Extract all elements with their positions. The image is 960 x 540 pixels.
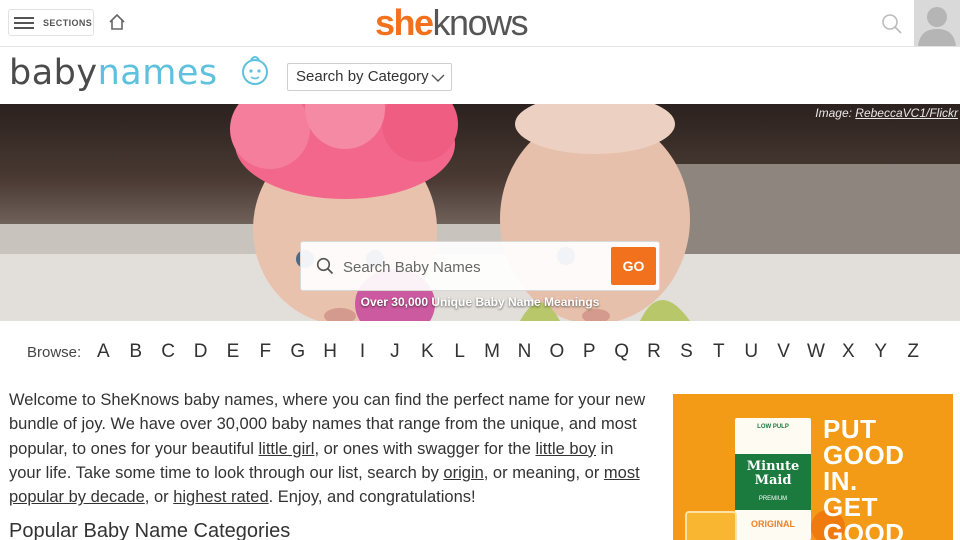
ad-original-label: ORIGINAL xyxy=(751,519,795,529)
brand-knows: knows xyxy=(432,2,529,43)
letter-s[interactable]: S xyxy=(670,341,702,363)
logo-names: names xyxy=(97,53,218,93)
ad-slogan: PUT GOOD IN. GET GOOD xyxy=(823,416,904,540)
letter-w[interactable]: W xyxy=(800,341,832,363)
juice-glass-image xyxy=(685,511,737,540)
letter-y[interactable]: Y xyxy=(865,341,897,363)
letter-i[interactable]: I xyxy=(346,341,378,363)
hamburger-icon xyxy=(14,16,34,29)
baby-names-logo[interactable]: babynames xyxy=(9,53,218,93)
intro-text-4: , or meaning, or xyxy=(483,463,604,482)
hero-banner: Image: RebeccaVC1/Flickr GO Over 30,000 … xyxy=(0,104,960,321)
ad-line-5: GOOD xyxy=(823,518,905,540)
search-icon[interactable] xyxy=(881,13,903,35)
letter-a[interactable]: A xyxy=(87,341,119,363)
letter-r[interactable]: R xyxy=(638,341,670,363)
ad-line-3: IN. xyxy=(823,466,858,496)
user-silhouette-icon xyxy=(918,7,956,46)
letter-q[interactable]: Q xyxy=(605,341,637,363)
letter-e[interactable]: E xyxy=(217,341,249,363)
browse-label: Browse: xyxy=(27,343,82,361)
logo-baby: baby xyxy=(9,53,98,93)
category-select-value: Search by Category xyxy=(296,68,429,85)
letter-m[interactable]: M xyxy=(476,341,508,363)
popular-categories-heading: Popular Baby Name Categories xyxy=(9,520,291,540)
intro-text-2: , or ones with swagger for the xyxy=(314,439,536,458)
letter-j[interactable]: J xyxy=(379,341,411,363)
baby-name-search-input[interactable] xyxy=(343,254,605,280)
letter-c[interactable]: C xyxy=(152,341,184,363)
letter-p[interactable]: P xyxy=(573,341,605,363)
baby-names-header: babynames Search by Category xyxy=(0,48,960,104)
letter-f[interactable]: F xyxy=(249,341,281,363)
little-boy-link[interactable]: little boy xyxy=(535,440,596,458)
ad-brand-sub: PREMIUM xyxy=(758,496,788,502)
alphabet-list: A B C D E F G H I J K L M N O P Q R S T … xyxy=(87,341,929,363)
intro-text-5: , or xyxy=(144,488,174,507)
letter-o[interactable]: O xyxy=(541,341,573,363)
search-by-category-select[interactable]: Search by Category xyxy=(287,63,452,91)
letter-h[interactable]: H xyxy=(314,341,346,363)
browse-alphabet-bar: Browse: A B C D E F G H I J K L M N O P … xyxy=(0,330,960,374)
intro-text-6: . Enjoy, and congratulations! xyxy=(268,488,476,507)
chevron-down-icon xyxy=(431,74,445,82)
juice-carton-image: LOW PULP Minute Maid PREMIUM ORIGINAL xyxy=(735,418,811,540)
letter-z[interactable]: Z xyxy=(897,341,929,363)
ad-brand-label: Minute Maid xyxy=(746,459,800,488)
letter-b[interactable]: B xyxy=(120,341,152,363)
home-icon[interactable] xyxy=(108,13,126,31)
little-girl-link[interactable]: little girl xyxy=(259,440,315,458)
letter-g[interactable]: G xyxy=(282,341,314,363)
carton-top-label: LOW PULP xyxy=(757,424,789,430)
origin-link[interactable]: origin xyxy=(443,464,483,482)
minute-maid-advertisement[interactable]: LOW PULP Minute Maid PREMIUM ORIGINAL PU… xyxy=(673,394,953,540)
brand-she: she xyxy=(375,2,434,43)
ad-line-4: GET xyxy=(823,492,878,522)
search-icon xyxy=(316,257,334,275)
sheknows-logo[interactable]: sheknows xyxy=(375,3,555,43)
hero-tagline: Over 30,000 Unique Baby Name Meanings xyxy=(360,295,600,309)
intro-paragraph: Welcome to SheKnows baby names, where yo… xyxy=(9,388,649,509)
sections-menu-button[interactable]: SECTIONS xyxy=(8,9,94,36)
letter-l[interactable]: L xyxy=(443,341,475,363)
baby-name-search-box: GO xyxy=(300,241,660,291)
image-credit: Image: RebeccaVC1/Flickr xyxy=(815,106,958,120)
credit-prefix: Image: xyxy=(815,106,856,120)
letter-t[interactable]: T xyxy=(703,341,735,363)
letter-v[interactable]: V xyxy=(767,341,799,363)
go-button[interactable]: GO xyxy=(611,247,656,285)
letter-k[interactable]: K xyxy=(411,341,443,363)
avatar[interactable] xyxy=(914,0,960,46)
letter-d[interactable]: D xyxy=(184,341,216,363)
ad-line-1: PUT xyxy=(823,414,877,444)
letter-n[interactable]: N xyxy=(508,341,540,363)
baby-face-icon xyxy=(242,56,268,85)
letter-x[interactable]: X xyxy=(832,341,864,363)
highest-rated-link[interactable]: highest rated xyxy=(173,488,268,506)
sections-label: SECTIONS xyxy=(43,17,93,28)
letter-u[interactable]: U xyxy=(735,341,767,363)
top-navigation-bar: SECTIONS sheknows xyxy=(0,0,960,47)
credit-link[interactable]: RebeccaVC1/Flickr xyxy=(855,106,958,120)
ad-line-2: GOOD xyxy=(823,440,905,470)
